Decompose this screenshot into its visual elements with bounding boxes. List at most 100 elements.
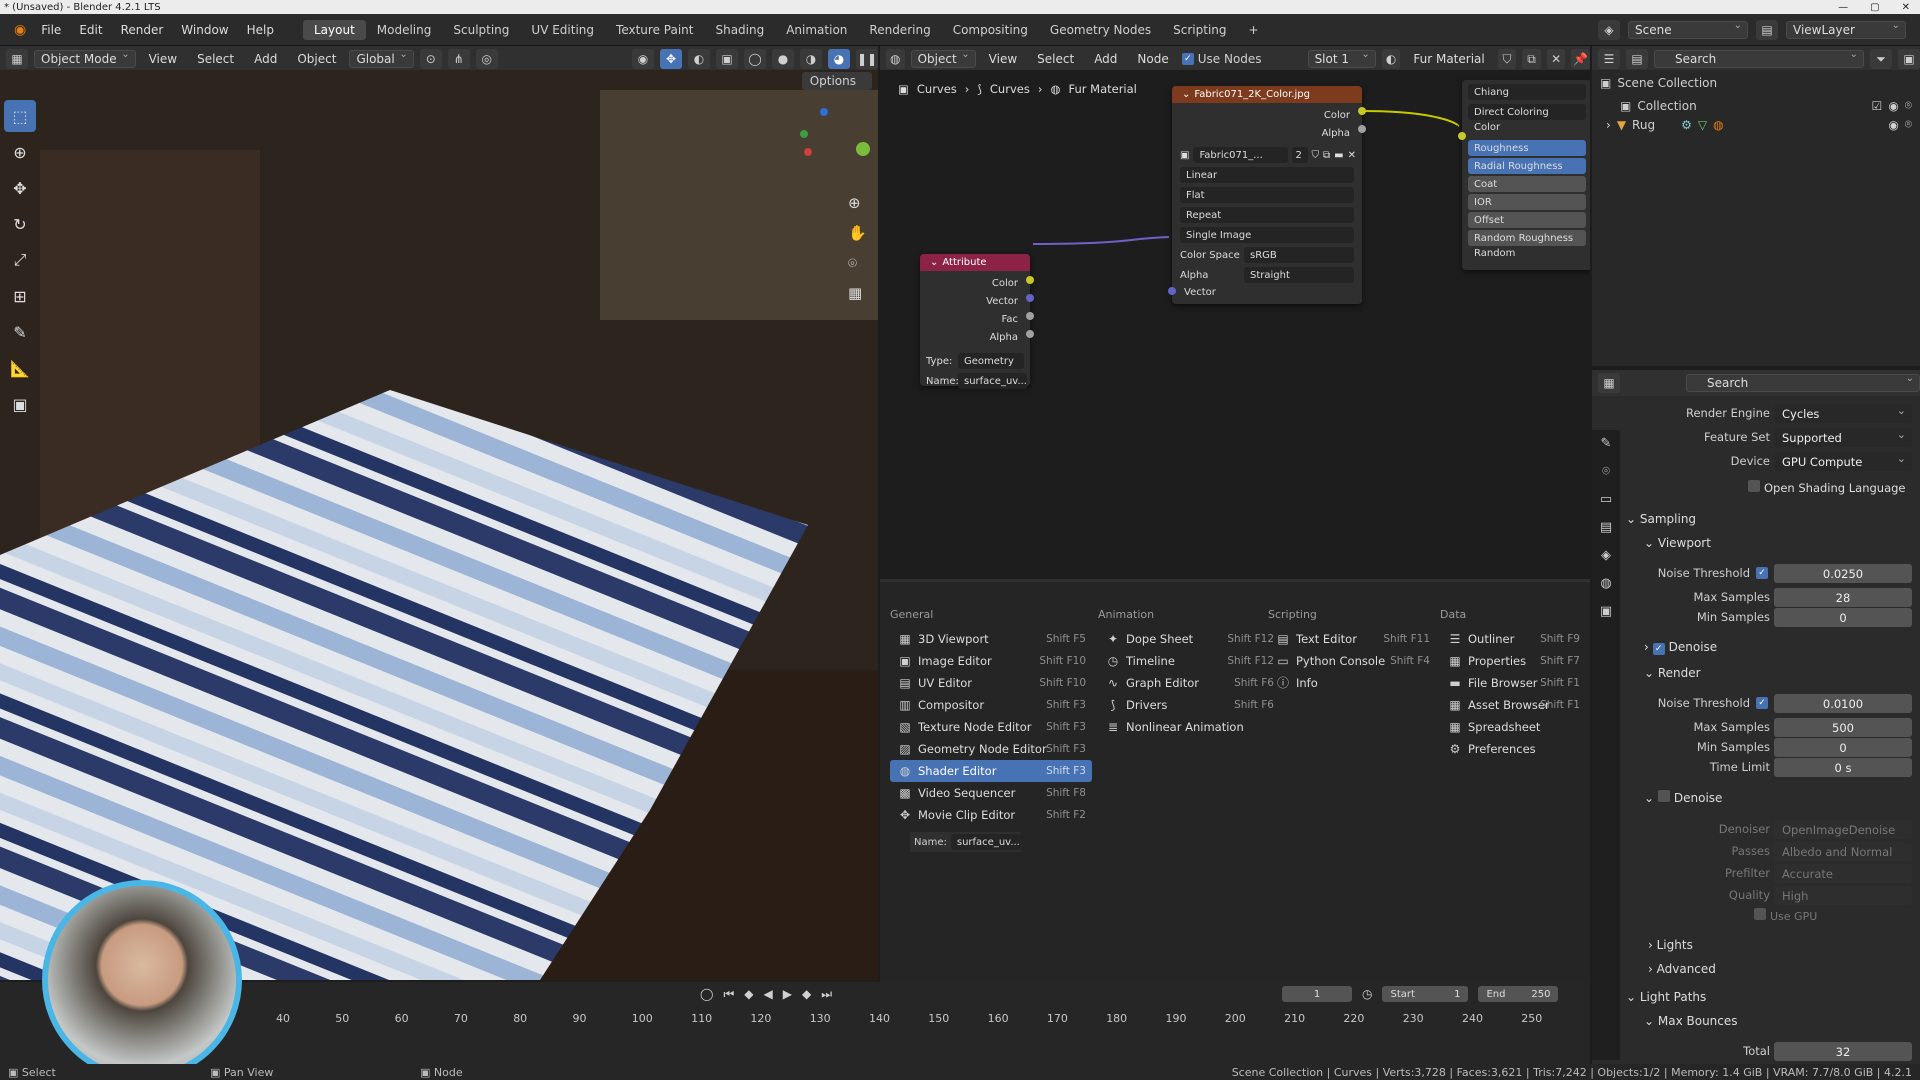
device-dropdown[interactable]: GPU Compute <box>1774 452 1912 471</box>
menu-item-drivers[interactable]: ⟆ Drivers Shift F6 <box>1098 694 1280 716</box>
attribute-node[interactable]: ⌄ Attribute Color Vector Fac Alpha Type: G… <box>920 254 1034 389</box>
render-noise-field[interactable]: 0.0100 <box>1774 694 1912 713</box>
viewport-3d[interactable]: Options ⊕ ✋ ⌾ ▦ <box>0 70 878 980</box>
duplicate-icon[interactable]: ⧉ <box>1522 49 1541 69</box>
xray-icon[interactable]: ▣ <box>716 49 738 69</box>
clock-icon[interactable]: ◷ <box>1362 987 1372 1001</box>
time-limit-field[interactable]: 0 s <box>1774 758 1912 777</box>
overlay-icon[interactable]: ◐ <box>688 49 710 69</box>
extension-dropdown[interactable]: Repeat <box>1180 207 1354 223</box>
menu-item-dope-sheet[interactable]: ✦ Dope Sheet Shift F12 <box>1098 628 1280 650</box>
viewlayer-icon[interactable]: ▤ <box>1756 19 1778 40</box>
hair-input-random-roughness[interactable]: Random Roughness <box>1468 230 1586 246</box>
viewport-max-samples-field[interactable]: 28 <box>1774 588 1912 607</box>
world-tab-icon[interactable]: ◍ <box>1592 570 1620 598</box>
outliner-row-scene-collection[interactable]: ▣ Scene Collection <box>1592 70 1920 96</box>
image-icon[interactable]: ▣ <box>1180 150 1189 161</box>
interpolation-dropdown[interactable]: Linear <box>1180 167 1354 183</box>
tab-modeling[interactable]: Modeling <box>366 20 443 40</box>
menu-item-file-browser[interactable]: ▬ File Browser Shift F1 <box>1440 672 1586 694</box>
close-icon[interactable]: ✕ <box>1902 2 1910 13</box>
scene-selector[interactable]: Scene <box>1628 20 1748 39</box>
hair-input-coat[interactable]: Coat <box>1468 176 1586 192</box>
new-collection-icon[interactable]: ▣ <box>1898 49 1920 69</box>
color-socket[interactable] <box>1358 107 1366 115</box>
properties-search[interactable]: Search <box>1686 373 1920 392</box>
image-users-count[interactable]: 2 <box>1291 147 1308 163</box>
material-sphere-icon[interactable]: ◐ <box>1381 49 1401 69</box>
hair-input-roughness[interactable]: Roughness <box>1468 140 1586 156</box>
menu-item-compositor[interactable]: ▥ Compositor Shift F3 <box>890 694 1092 716</box>
outliner-search[interactable]: Search <box>1654 49 1864 68</box>
prev-key-icon[interactable]: ◆ <box>744 987 753 1001</box>
snap-icon[interactable]: ⋔ <box>447 49 470 69</box>
editor-type-shader-icon[interactable]: ◍ <box>886 49 905 69</box>
node-menu-add[interactable]: Add <box>1087 51 1124 67</box>
viewlayer-selector[interactable]: ViewLayer <box>1786 20 1906 39</box>
menu-item-text-editor[interactable]: ▤ Text Editor Shift F11 <box>1268 628 1436 650</box>
editor-type-3d-icon[interactable]: ▦ <box>6 49 28 69</box>
node-menu-select[interactable]: Select <box>1030 51 1081 67</box>
feature-set-dropdown[interactable]: Supported <box>1774 428 1912 447</box>
filter-icon[interactable]: ⏷ <box>1870 49 1892 69</box>
viewport-noise-field[interactable]: 0.0250 <box>1774 564 1912 583</box>
alpha-socket[interactable] <box>1026 330 1034 338</box>
tab-layout[interactable]: Layout <box>302 19 366 40</box>
editor-type-properties-icon[interactable]: ▦ <box>1598 373 1620 393</box>
material-name[interactable]: Fur Material <box>1406 51 1491 67</box>
alpha-mode-dropdown[interactable]: Straight <box>1244 267 1354 283</box>
quality-dropdown[interactable]: High <box>1774 886 1912 905</box>
mode-selector[interactable]: Object Mode <box>34 49 136 68</box>
total-bounces-field[interactable]: 32 <box>1774 1042 1912 1061</box>
image-datablock[interactable]: Fabric071_... <box>1193 147 1288 163</box>
timeline-ruler[interactable]: 40 50 60 70 80 90 100 110 120 130 140 150 160 170 180 1… <box>0 1012 1590 1036</box>
menu-item-uv-editor[interactable]: ▤ UV Editor Shift F10 <box>890 672 1092 694</box>
options-dropdown[interactable]: Options <box>801 72 872 90</box>
menu-item-texture-node-editor[interactable]: ▧ Texture Node Editor Shift F3 <box>890 716 1092 738</box>
next-key-icon[interactable]: ◆ <box>802 987 811 1001</box>
output-tab-icon[interactable]: ▭ <box>1592 486 1620 514</box>
outliner-row-collection[interactable]: ▣ Collection ☑ ◉ ⌾ <box>1592 96 1920 115</box>
menu-name-field[interactable]: surface_uv... <box>950 834 1020 850</box>
duplicate-icon[interactable]: ⧉ <box>1323 150 1330 161</box>
gizmo-icon[interactable]: ✥ <box>660 49 682 69</box>
menu-item-nonlinear-animation[interactable]: ≣ Nonlinear Animation <box>1098 716 1280 738</box>
shading-solid-icon[interactable]: ● <box>772 49 794 69</box>
menu-item-video-sequencer[interactable]: ▩ Video Sequencer Shift F8 <box>890 782 1092 804</box>
lights-panel-header[interactable]: › Lights <box>1648 938 1693 952</box>
tab-geometry-nodes[interactable]: Geometry Nodes <box>1039 20 1162 40</box>
menu-item-properties[interactable]: ▦ Properties Shift F7 <box>1440 650 1586 672</box>
viewport-denoise-subpanel[interactable]: › ✓ Denoise <box>1644 640 1717 655</box>
render-noise-checkbox[interactable]: ✓ <box>1756 697 1768 709</box>
shading-wire-icon[interactable]: ◯ <box>744 49 766 69</box>
image-node-header[interactable]: ⌄ Fabric071_2K_Color.jpg <box>1172 86 1362 103</box>
transform-orientation[interactable]: Global <box>349 49 414 68</box>
menu-window[interactable]: Window <box>172 23 237 37</box>
hair-bsdf-node[interactable]: Chiang Direct Coloring Color Roughness R… <box>1458 80 1590 270</box>
menu-help[interactable]: Help <box>238 23 283 37</box>
scene-tab-icon[interactable]: ◈ <box>1592 542 1620 570</box>
proportional-icon[interactable]: ◎ <box>475 49 498 69</box>
passes-dropdown[interactable]: Albedo and Normal <box>1774 842 1912 861</box>
menu-item-timeline[interactable]: ◷ Timeline Shift F12 <box>1098 650 1280 672</box>
menu-edit[interactable]: Edit <box>70 23 111 37</box>
end-frame-field[interactable]: End 250 <box>1478 986 1559 1002</box>
menu-file[interactable]: File <box>32 23 70 37</box>
zoom-icon[interactable]: ⊕ <box>848 188 867 218</box>
attribute-name-field[interactable]: surface_uv... <box>958 373 1027 389</box>
viewport-menu-select[interactable]: Select <box>190 51 241 67</box>
menu-item-graph-editor[interactable]: ∿ Graph Editor Shift F6 <box>1098 672 1280 694</box>
viewport-menu-object[interactable]: Object <box>290 51 343 67</box>
tab-shading[interactable]: Shading <box>704 20 775 40</box>
pin-icon[interactable]: 📌 <box>1571 49 1591 69</box>
move-tool-icon[interactable]: ✥ <box>4 172 36 204</box>
vector-input-socket[interactable] <box>1168 287 1176 295</box>
camera-icon[interactable]: ⌾ <box>1905 98 1912 113</box>
tab-compositing[interactable]: Compositing <box>942 20 1039 40</box>
transform-tool-icon[interactable]: ⊞ <box>4 280 36 312</box>
scale-tool-icon[interactable]: ⤢ <box>4 244 36 276</box>
hand-icon[interactable]: ✋ <box>848 218 867 248</box>
node-menu-node[interactable]: Node <box>1130 51 1175 67</box>
eye-icon[interactable]: ◉ <box>1888 118 1898 132</box>
menu-item-asset-browser[interactable]: ▦ Asset Browser Shift F1 <box>1440 694 1586 716</box>
